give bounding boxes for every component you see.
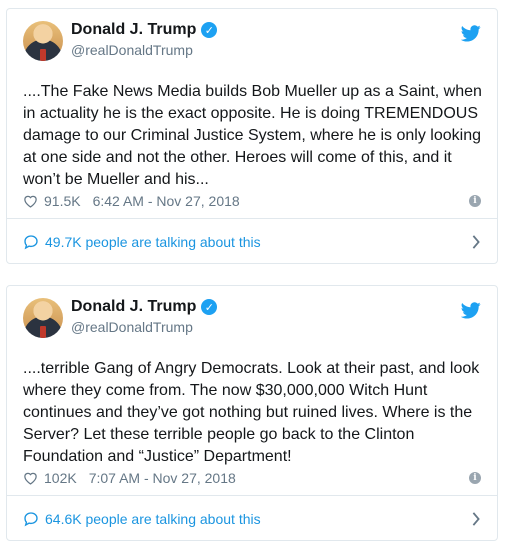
tweet-body[interactable]: Donald J. Trump ✓ @realDonaldTrump ....T…: [7, 9, 497, 218]
user-handle[interactable]: @realDonaldTrump: [71, 42, 193, 58]
verified-badge-icon: ✓: [201, 299, 218, 315]
heart-icon[interactable]: [23, 194, 38, 208]
like-count[interactable]: 91.5K: [44, 193, 81, 209]
tweet-card[interactable]: Donald J. Trump ✓ @realDonaldTrump ....T…: [6, 8, 498, 264]
info-icon[interactable]: i: [469, 195, 481, 207]
talking-about-link[interactable]: 49.7K people are talking about this: [7, 219, 497, 264]
display-name[interactable]: Donald J. Trump: [71, 21, 196, 39]
author-row: Donald J. Trump ✓: [71, 21, 218, 39]
verified-badge-icon: ✓: [201, 22, 218, 38]
tweet-body[interactable]: Donald J. Trump ✓ @realDonaldTrump ....t…: [7, 286, 497, 495]
avatar[interactable]: [23, 21, 63, 61]
info-icon[interactable]: i: [469, 472, 481, 484]
tweet-card[interactable]: Donald J. Trump ✓ @realDonaldTrump ....t…: [6, 285, 498, 541]
chevron-right-icon[interactable]: [471, 234, 481, 249]
like-count[interactable]: 102K: [44, 470, 77, 486]
tweet-text: ....terrible Gang of Angry Democrats. Lo…: [23, 360, 480, 465]
display-name[interactable]: Donald J. Trump: [71, 298, 196, 316]
talking-about-text[interactable]: 49.7K people are talking about this: [45, 234, 471, 250]
tweet-meta: 91.5K 6:42 AM - Nov 27, 2018: [23, 193, 240, 209]
author-row: Donald J. Trump ✓: [71, 298, 218, 316]
twitter-bird-icon[interactable]: [461, 302, 481, 319]
talking-about-link[interactable]: 64.6K people are talking about this: [7, 496, 497, 541]
speech-bubble-icon: [24, 234, 38, 249]
twitter-bird-icon[interactable]: [461, 25, 481, 42]
talking-about-text[interactable]: 64.6K people are talking about this: [45, 511, 471, 527]
tweet-meta: 102K 7:07 AM - Nov 27, 2018: [23, 470, 236, 486]
user-handle[interactable]: @realDonaldTrump: [71, 319, 193, 335]
speech-bubble-icon: [24, 511, 38, 526]
tweet-text: ....The Fake News Media builds Bob Muell…: [23, 83, 482, 188]
chevron-right-icon[interactable]: [471, 511, 481, 526]
heart-icon[interactable]: [23, 471, 38, 485]
timestamp[interactable]: 7:07 AM - Nov 27, 2018: [89, 470, 236, 486]
avatar[interactable]: [23, 298, 63, 338]
timestamp[interactable]: 6:42 AM - Nov 27, 2018: [93, 193, 240, 209]
